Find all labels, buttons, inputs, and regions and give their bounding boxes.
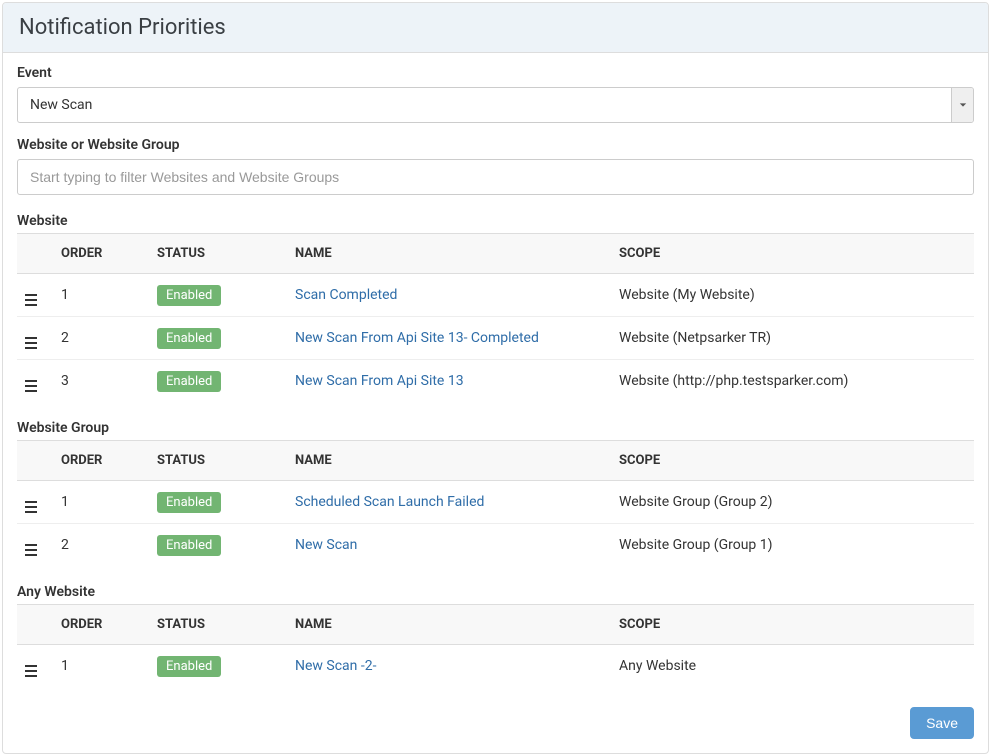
col-status: STATUS — [149, 605, 287, 645]
col-name: NAME — [287, 605, 611, 645]
scope-cell: Website Group (Group 1) — [611, 524, 974, 567]
col-order: ORDER — [53, 234, 149, 274]
priority-table: ORDERSTATUSNAMESCOPE 1 Enabled Scan Complet… — [17, 233, 974, 402]
drag-handle-icon[interactable] — [25, 665, 37, 677]
drag-handle-icon[interactable] — [25, 337, 37, 349]
event-select[interactable]: New Scan — [17, 87, 974, 123]
scope-cell: Website (My Website) — [611, 274, 974, 317]
section-label: Website — [17, 213, 974, 229]
order-cell: 1 — [53, 274, 149, 317]
status-badge: Enabled — [157, 328, 221, 349]
table-row: 1 Enabled New Scan -2- Any Website — [17, 645, 974, 688]
status-badge: Enabled — [157, 656, 221, 677]
notification-name-link[interactable]: New Scan From Api Site 13- Completed — [295, 330, 539, 346]
table-row: 2 Enabled New Scan From Api Site 13- Compl… — [17, 317, 974, 360]
drag-handle-icon[interactable] — [25, 544, 37, 556]
section-label: Any Website — [17, 584, 974, 600]
scope-cell: Website (http://php.testsparker.com) — [611, 360, 974, 403]
priority-table: ORDERSTATUSNAMESCOPE 1 Enabled Scheduled Sc… — [17, 440, 974, 566]
table-row: 1 Enabled Scheduled Scan Launch Failed Webs… — [17, 481, 974, 524]
status-badge: Enabled — [157, 492, 221, 513]
website-filter-input[interactable] — [17, 159, 974, 195]
status-badge: Enabled — [157, 535, 221, 556]
col-name: NAME — [287, 441, 611, 481]
event-select-value: New Scan — [18, 88, 951, 122]
scope-cell: Website (Netpsarker TR) — [611, 317, 974, 360]
notification-name-link[interactable]: New Scan -2- — [295, 658, 376, 674]
notification-name-link[interactable]: Scan Completed — [295, 287, 397, 303]
scope-cell: Any Website — [611, 645, 974, 688]
drag-handle-icon[interactable] — [25, 294, 37, 306]
order-cell: 3 — [53, 360, 149, 403]
notification-priorities-panel: Notification Priorities Event New Scan W… — [2, 2, 989, 754]
chevron-down-icon — [951, 88, 973, 122]
table-row: 1 Enabled Scan Completed Website (My Websit… — [17, 274, 974, 317]
notification-name-link[interactable]: New Scan From Api Site 13 — [295, 373, 464, 389]
col-name: NAME — [287, 234, 611, 274]
drag-handle-icon[interactable] — [25, 380, 37, 392]
col-scope: SCOPE — [611, 605, 974, 645]
notification-name-link[interactable]: New Scan — [295, 537, 357, 553]
website-filter-label: Website or Website Group — [17, 137, 974, 153]
scope-cell: Website Group (Group 2) — [611, 481, 974, 524]
col-order: ORDER — [53, 605, 149, 645]
priority-table: ORDERSTATUSNAMESCOPE 1 Enabled New Scan -2-… — [17, 604, 974, 687]
col-scope: SCOPE — [611, 441, 974, 481]
event-label: Event — [17, 65, 974, 81]
save-button[interactable]: Save — [910, 707, 974, 739]
drag-handle-icon[interactable] — [25, 501, 37, 513]
order-cell: 2 — [53, 317, 149, 360]
col-order: ORDER — [53, 441, 149, 481]
order-cell: 1 — [53, 481, 149, 524]
section-label: Website Group — [17, 420, 974, 436]
table-row: 3 Enabled New Scan From Api Site 13 Website… — [17, 360, 974, 403]
order-cell: 1 — [53, 645, 149, 688]
col-status: STATUS — [149, 441, 287, 481]
status-badge: Enabled — [157, 371, 221, 392]
table-row: 2 Enabled New Scan Website Group (Group 1) — [17, 524, 974, 567]
col-status: STATUS — [149, 234, 287, 274]
status-badge: Enabled — [157, 285, 221, 306]
notification-name-link[interactable]: Scheduled Scan Launch Failed — [295, 494, 484, 510]
col-scope: SCOPE — [611, 234, 974, 274]
order-cell: 2 — [53, 524, 149, 567]
panel-header: Notification Priorities — [3, 3, 988, 53]
page-title: Notification Priorities — [19, 15, 972, 40]
